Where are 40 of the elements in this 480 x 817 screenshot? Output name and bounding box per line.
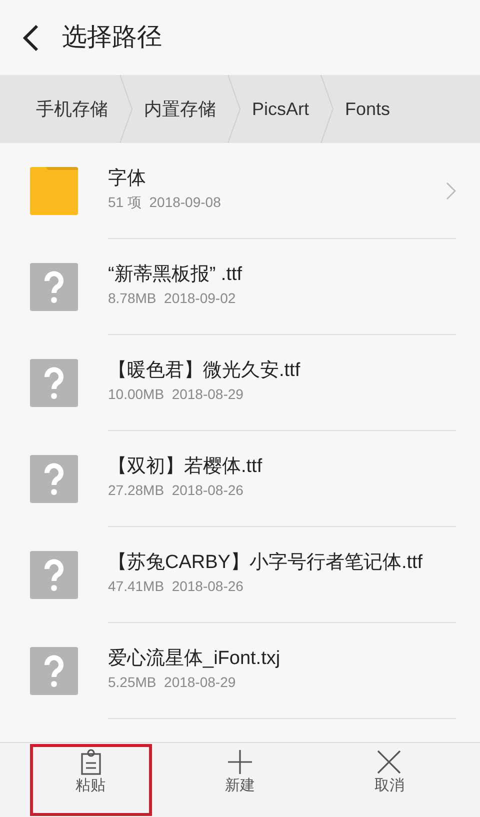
file-details: 10.00MB 2018-08-29 bbox=[108, 385, 244, 404]
file-details: 8.78MB 2018-09-02 bbox=[108, 289, 237, 308]
file-name: “新蒂黑板报” .ttf bbox=[108, 264, 244, 286]
breadcrumb-item[interactable]: 内置存储 bbox=[144, 96, 226, 122]
unknown-file-icon bbox=[30, 455, 78, 503]
breadcrumb-separator-icon bbox=[226, 75, 242, 143]
folder-icon bbox=[30, 167, 78, 215]
breadcrumb-item[interactable]: Fonts bbox=[345, 96, 400, 122]
unknown-file-icon bbox=[30, 551, 78, 599]
file-name: 字体 bbox=[108, 168, 147, 190]
breadcrumb-separator-icon bbox=[319, 75, 336, 143]
unknown-file-icon bbox=[30, 647, 78, 695]
close-icon bbox=[376, 749, 402, 775]
chevron-right-icon bbox=[446, 182, 456, 200]
back-button[interactable] bbox=[20, 22, 40, 52]
file-details: 27.28MB 2018-08-26 bbox=[108, 481, 244, 500]
file-row[interactable]: 【苏兔CARBY】小字号行者笔记体.ttf 47.41MB 2018-08-26 bbox=[0, 527, 480, 623]
file-details: 51 项 2018-09-08 bbox=[108, 193, 222, 212]
breadcrumb-item[interactable]: 手机存储 bbox=[36, 96, 118, 122]
new-button[interactable]: 新建 bbox=[178, 744, 301, 816]
file-row[interactable]: 爱心流星体_iFont.txj 5.25MB 2018-08-29 bbox=[0, 623, 480, 719]
file-row[interactable]: 【双初】若樱体.ttf 27.28MB 2018-08-26 bbox=[0, 431, 480, 527]
file-row[interactable]: “新蒂黑板报” .ttf 8.78MB 2018-09-02 bbox=[0, 239, 480, 335]
file-name: 爱心流星体_iFont.txj bbox=[108, 648, 282, 670]
file-row[interactable]: 字体 51 项 2018-09-08 bbox=[0, 143, 480, 239]
plus-icon bbox=[226, 749, 253, 775]
file-name: 【苏兔CARBY】小字号行者笔记体.ttf bbox=[108, 552, 424, 574]
page-title: 选择路径 bbox=[62, 22, 162, 53]
paste-button[interactable]: 粘贴 bbox=[30, 744, 152, 816]
back-icon bbox=[20, 22, 40, 52]
file-details: 5.25MB 2018-08-29 bbox=[108, 673, 237, 692]
unknown-file-icon bbox=[30, 263, 78, 311]
breadcrumb-separator-icon bbox=[118, 75, 134, 143]
cancel-button[interactable]: 取消 bbox=[328, 744, 450, 816]
file-details: 47.41MB 2018-08-26 bbox=[108, 577, 244, 596]
file-name: 【双初】若樱体.ttf bbox=[108, 456, 264, 478]
file-row[interactable]: 【暖色君】微光久安.ttf 10.00MB 2018-08-29 bbox=[0, 335, 480, 431]
file-name: 【暖色君】微光久安.ttf bbox=[108, 360, 302, 382]
unknown-file-icon bbox=[30, 359, 78, 407]
breadcrumb-item[interactable]: PicsArt bbox=[252, 96, 320, 122]
